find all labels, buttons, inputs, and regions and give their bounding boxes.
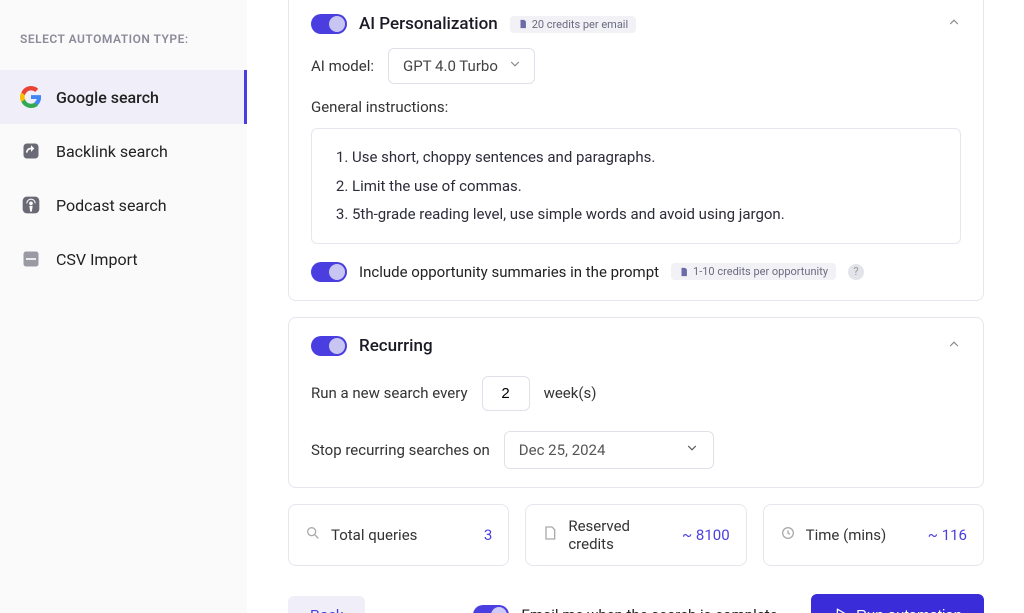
run-every-input[interactable] (482, 376, 530, 411)
recurring-title: Recurring (359, 336, 433, 356)
run-every-label-prefix: Run a new search every (311, 384, 468, 402)
run-automation-button[interactable]: Run automation (811, 594, 984, 613)
summaries-toggle[interactable] (311, 262, 347, 282)
sidebar-item-google-search[interactable]: Google search (0, 70, 247, 124)
stat-total-queries: Total queries 3 (288, 504, 509, 566)
instructions-label: General instructions: (311, 98, 448, 116)
instructions-textarea[interactable]: Use short, choppy sentences and paragrap… (311, 128, 961, 244)
recurring-card: Recurring Run a new search every week(s)… (288, 317, 984, 488)
credits-icon (542, 525, 558, 545)
clock-icon (780, 525, 796, 545)
main-content: AI Personalization 20 credits per email … (248, 0, 1024, 613)
stat-time: Time (mins) ~ 116 (763, 504, 984, 566)
sidebar-item-podcast-search[interactable]: Podcast search (0, 178, 247, 232)
backlink-icon (20, 140, 42, 162)
collapse-icon[interactable] (947, 15, 961, 33)
credits-badge: 20 credits per email (510, 16, 636, 33)
sidebar-title: SELECT AUTOMATION TYPE: (0, 32, 247, 70)
summaries-credits-badge: 1-10 credits per opportunity (671, 263, 836, 280)
sidebar-item-label: Google search (56, 88, 159, 107)
stats-row: Total queries 3 Reserved credits ~ 8100 … (288, 504, 984, 566)
stat-time-value: ~ 116 (928, 526, 967, 544)
stop-date-label: Stop recurring searches on (311, 441, 490, 459)
stat-reserved-credits: Reserved credits ~ 8100 (525, 504, 746, 566)
email-complete-toggle[interactable] (473, 605, 509, 613)
csv-icon (20, 248, 42, 270)
podcast-icon (20, 194, 42, 216)
run-every-unit: week(s) (544, 384, 597, 402)
footer-actions: Back Email me when the search is complet… (288, 594, 984, 613)
stat-queries-value: 3 (484, 526, 492, 544)
instruction-item: Use short, choppy sentences and paragrap… (352, 143, 938, 172)
chevron-down-icon (685, 441, 699, 459)
stat-credits-value: ~ 8100 (682, 526, 730, 544)
ai-personalization-card: AI Personalization 20 credits per email … (288, 0, 984, 301)
stop-date-select[interactable]: Dec 25, 2024 (504, 431, 714, 469)
chevron-down-icon (508, 57, 522, 75)
recurring-toggle[interactable] (311, 336, 347, 356)
sidebar: SELECT AUTOMATION TYPE: Google search Ba… (0, 0, 248, 613)
ai-personalization-toggle[interactable] (311, 14, 347, 34)
instruction-item: 5th-grade reading level, use simple word… (352, 200, 938, 229)
collapse-icon[interactable] (947, 337, 961, 355)
help-icon[interactable]: ? (848, 264, 864, 280)
search-icon (305, 525, 321, 545)
back-button[interactable]: Back (288, 596, 365, 613)
ai-model-label: AI model: (311, 57, 374, 75)
sidebar-item-backlink-search[interactable]: Backlink search (0, 124, 247, 178)
email-complete-label: Email me when the search is complete (521, 606, 777, 613)
sidebar-item-label: CSV Import (56, 250, 138, 269)
ai-model-select[interactable]: GPT 4.0 Turbo (388, 48, 535, 84)
summaries-label: Include opportunity summaries in the pro… (359, 263, 659, 281)
ai-personalization-title: AI Personalization (359, 14, 498, 34)
google-icon (20, 86, 42, 108)
instruction-item: Limit the use of commas. (352, 172, 938, 201)
sidebar-item-label: Podcast search (56, 196, 167, 215)
play-icon (833, 606, 848, 613)
sidebar-item-label: Backlink search (56, 142, 168, 161)
sidebar-item-csv-import[interactable]: CSV Import (0, 232, 247, 286)
